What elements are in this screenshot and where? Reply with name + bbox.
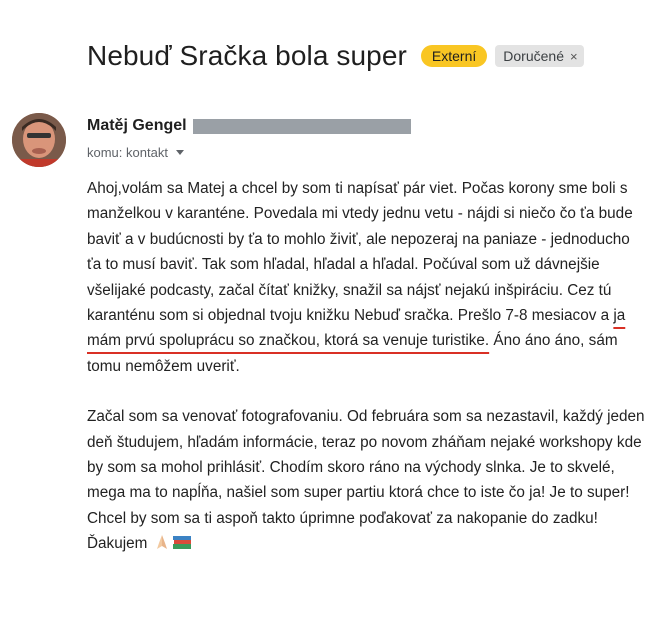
sender-line: Matěj Gengel [87, 117, 411, 135]
avatar-photo [12, 113, 66, 167]
inbox-label-chip[interactable]: Doručené × [495, 45, 584, 67]
chevron-down-icon[interactable] [175, 150, 184, 155]
email-subject: Nebuď Sračka bola super [87, 40, 407, 71]
sender-name[interactable]: Matěj Gengel [87, 117, 187, 135]
praying-hands-icon [153, 533, 171, 559]
redacted-email-bar [192, 118, 411, 134]
sender-avatar[interactable] [12, 113, 66, 167]
subject-row: Nebuď Sračka bola super Externí Doručené… [87, 40, 584, 72]
paragraph-2-text: Začal som sa venovať fotografovaniu. Od … [87, 408, 645, 553]
remove-label-icon[interactable]: × [570, 49, 578, 64]
message-body: Ahoj,volám sa Matej a chcel by som ti na… [87, 176, 647, 560]
external-label-chip: Externí [420, 45, 488, 67]
inbox-label-text: Doručené [503, 48, 564, 64]
message-paragraph-2: Začal som sa venovať fotografovaniu. Od … [87, 404, 647, 559]
recipient-text: komu: kontakt [87, 145, 168, 160]
message-paragraph-1: Ahoj,volám sa Matej a chcel by som ti na… [87, 176, 647, 379]
paragraph-1-text: Ahoj,volám sa Matej a chcel by som ti na… [87, 180, 633, 325]
recipient-line: komu: kontakt [87, 145, 184, 160]
books-icon [172, 533, 192, 559]
